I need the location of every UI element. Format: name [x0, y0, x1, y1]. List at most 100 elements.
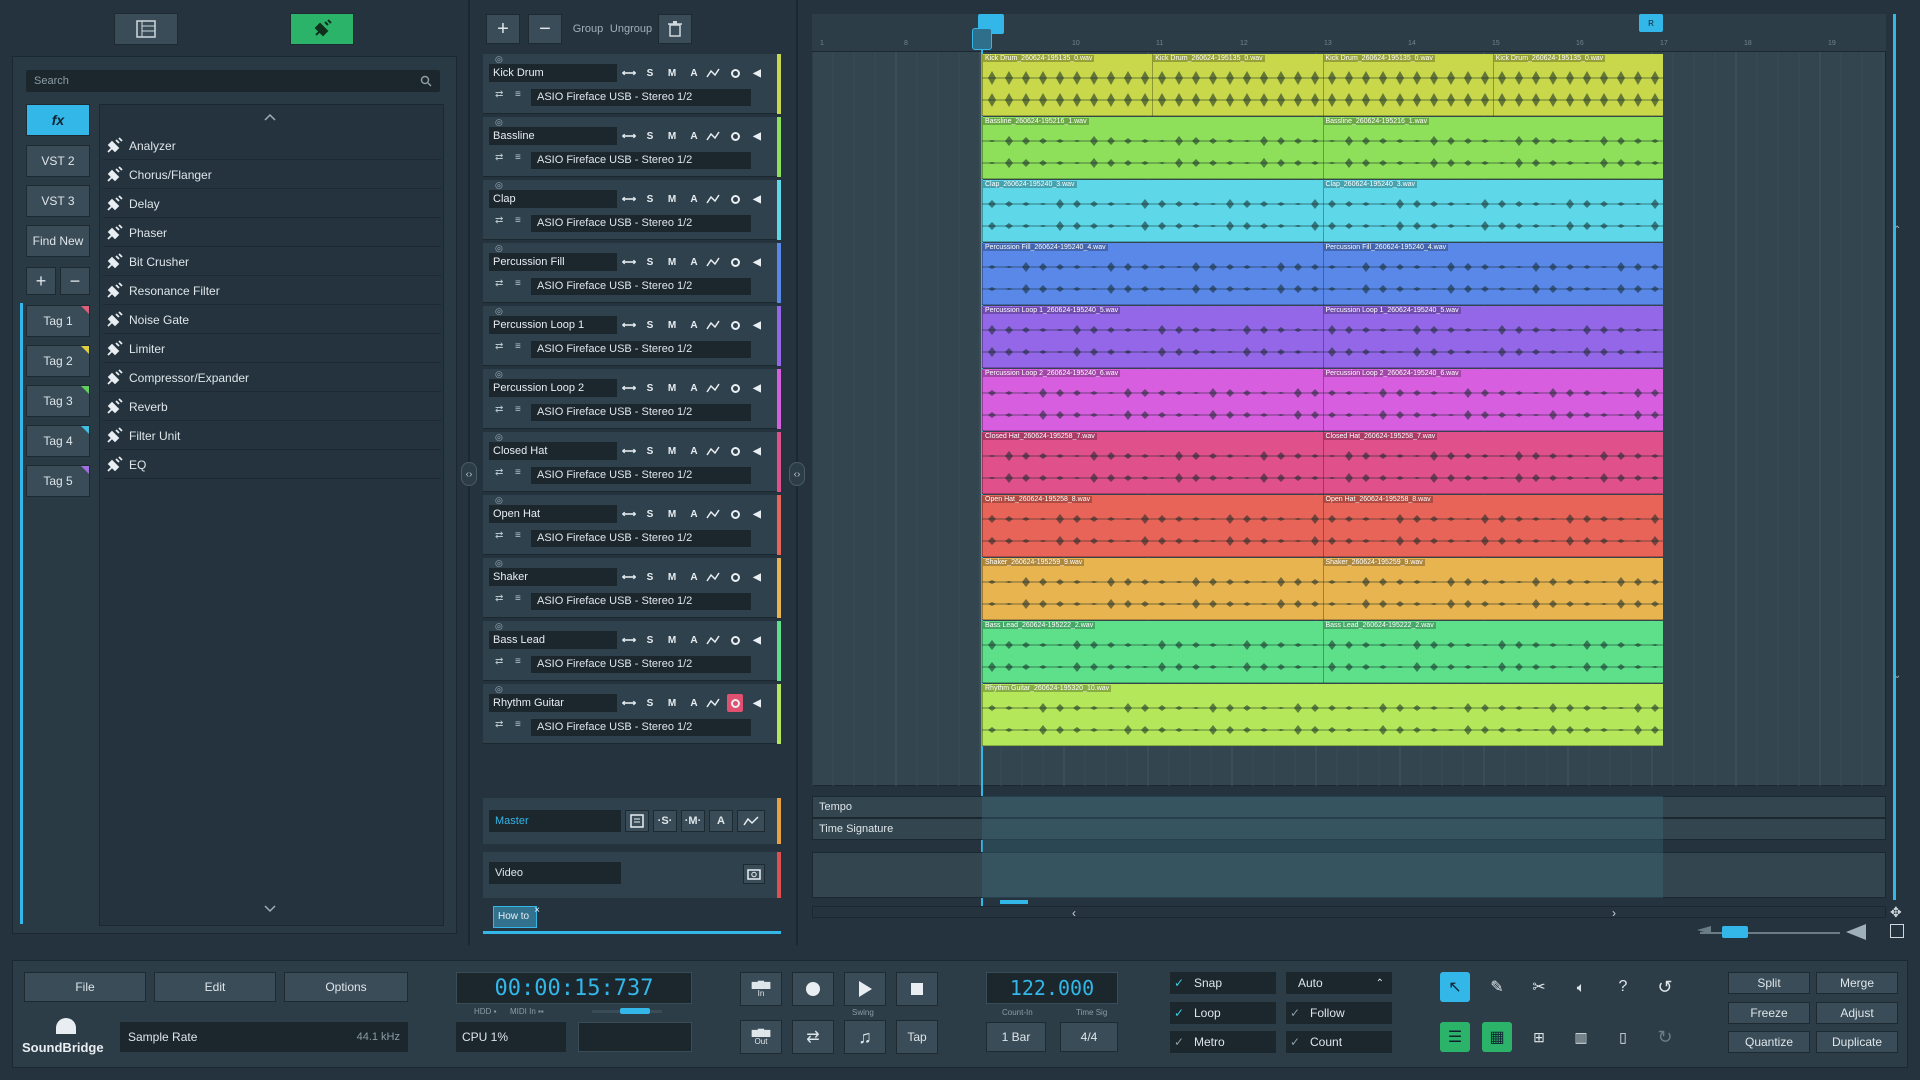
- track-header[interactable]: ◎ Bassline ⟷ S M A ◀ ⇄ ≡ ASIO Fireface USB - Ster…: [483, 117, 781, 177]
- speaker-icon[interactable]: ◀: [749, 631, 765, 649]
- time-display[interactable]: 00:00:15:737: [456, 972, 692, 1004]
- track-header[interactable]: ◎ Kick Drum ⟷ S M A ◀ ⇄ ≡ ASIO Fireface USB - Ste…: [483, 54, 781, 114]
- track-output[interactable]: ASIO Fireface USB - Stereo 1/2: [531, 341, 751, 358]
- route-icon[interactable]: ⇄: [495, 719, 503, 730]
- automation-button[interactable]: A: [686, 631, 702, 649]
- track-output[interactable]: ASIO Fireface USB - Stereo 1/2: [531, 152, 751, 169]
- route-icon[interactable]: ⇄: [495, 404, 503, 415]
- mute-button[interactable]: M: [664, 190, 680, 208]
- zoom-slider[interactable]: [1700, 932, 1840, 934]
- scroll-left-button[interactable]: ‹: [1072, 906, 1076, 920]
- effect-item[interactable]: Bit Crusher: [103, 248, 441, 276]
- editor-view-button[interactable]: ⊞: [1524, 1022, 1554, 1052]
- record-arm-button[interactable]: [727, 253, 743, 271]
- metro-toggle[interactable]: ✓ Metro: [1170, 1031, 1276, 1053]
- menu-icon[interactable]: ≡: [515, 467, 521, 478]
- group-button[interactable]: Group: [570, 14, 606, 44]
- redo-button[interactable]: ↻: [1650, 1022, 1680, 1052]
- scroll-down-button[interactable]: [260, 902, 280, 918]
- track-name[interactable]: Bassline: [489, 127, 617, 145]
- tempo-display[interactable]: 122.000: [986, 972, 1118, 1004]
- freeze-button[interactable]: Freeze: [1728, 1002, 1810, 1024]
- audio-clip-lane[interactable]: Percussion Fill_260624-195240_4.wav Percu…: [982, 243, 1663, 305]
- track-name[interactable]: Shaker: [489, 568, 617, 586]
- tap-tempo-button[interactable]: Tap: [896, 1020, 938, 1054]
- automation-button[interactable]: A: [686, 505, 702, 523]
- scroll-up-icon[interactable]: ⌃: [1893, 225, 1901, 236]
- speaker-icon[interactable]: ◀: [749, 127, 765, 145]
- stereo-icon[interactable]: ⟷: [621, 568, 637, 586]
- mute-button[interactable]: M: [664, 505, 680, 523]
- solo-button[interactable]: S: [642, 127, 658, 145]
- category-find-new[interactable]: Find New: [26, 225, 90, 257]
- snap-toggle[interactable]: ✓ Snap: [1170, 972, 1276, 994]
- video-preview-button[interactable]: [743, 864, 765, 884]
- solo-button[interactable]: S: [642, 505, 658, 523]
- audio-clip-lane[interactable]: Percussion Loop 1_260624-195240_5.wav Per…: [982, 306, 1663, 368]
- swing-button[interactable]: ⇄: [792, 1020, 834, 1054]
- curve-icon[interactable]: [705, 127, 721, 145]
- record-arm-button[interactable]: [727, 631, 743, 649]
- curve-icon[interactable]: [705, 631, 721, 649]
- collapse-arrange-handle[interactable]: ‹›: [789, 462, 805, 486]
- mute-button[interactable]: M: [664, 442, 680, 460]
- curve-icon[interactable]: [705, 505, 721, 523]
- curve-icon[interactable]: [705, 379, 721, 397]
- fit-view-icon[interactable]: ✥: [1890, 904, 1902, 921]
- track-output[interactable]: ASIO Fireface USB - Stereo 1/2: [531, 89, 751, 106]
- speaker-icon[interactable]: ◀: [749, 694, 765, 712]
- stereo-icon[interactable]: ⟷: [621, 631, 637, 649]
- stereo-icon[interactable]: ⟷: [621, 379, 637, 397]
- automation-button[interactable]: A: [686, 316, 702, 334]
- automation-button[interactable]: A: [686, 379, 702, 397]
- curve-icon[interactable]: [705, 253, 721, 271]
- curve-icon[interactable]: [705, 694, 721, 712]
- input-monitor-button[interactable]: ▆▇▆ In: [740, 972, 782, 1006]
- stereo-icon[interactable]: ⟷: [621, 253, 637, 271]
- record-button[interactable]: [792, 972, 834, 1006]
- stereo-icon[interactable]: ⟷: [621, 505, 637, 523]
- route-icon[interactable]: ⇄: [495, 215, 503, 226]
- zoom-slider-thumb[interactable]: [1722, 926, 1748, 938]
- track-name[interactable]: Percussion Loop 1: [489, 316, 617, 334]
- tag-4[interactable]: Tag 4: [26, 425, 90, 457]
- route-icon[interactable]: ⇄: [495, 656, 503, 667]
- delete-track-button[interactable]: [658, 14, 692, 44]
- stereo-icon[interactable]: ⟷: [621, 190, 637, 208]
- solo-button[interactable]: S: [642, 442, 658, 460]
- track-output[interactable]: ASIO Fireface USB - Stereo 1/2: [531, 404, 751, 421]
- route-icon[interactable]: ⇄: [495, 278, 503, 289]
- automation-button[interactable]: A: [686, 253, 702, 271]
- automation-button[interactable]: A: [686, 190, 702, 208]
- track-header[interactable]: ◎ Percussion Loop 2 ⟷ S M A ◀ ⇄ ≡ ASIO Fireface U…: [483, 369, 781, 429]
- zoom-in-icon[interactable]: [1846, 924, 1866, 940]
- speaker-icon[interactable]: ◀: [749, 568, 765, 586]
- pencil-tool[interactable]: ✎: [1482, 972, 1512, 1002]
- browser-plugins-button[interactable]: [290, 13, 354, 45]
- stereo-icon[interactable]: ⟷: [621, 442, 637, 460]
- tag-3[interactable]: Tag 3: [26, 385, 90, 417]
- master-curve-button[interactable]: [737, 810, 765, 832]
- add-tag-button[interactable]: +: [26, 267, 56, 295]
- category-fx[interactable]: fx: [26, 104, 90, 136]
- follow-toggle[interactable]: ✓ Follow: [1286, 1002, 1392, 1024]
- effect-item[interactable]: Compressor/Expander: [103, 364, 441, 392]
- curve-icon[interactable]: [705, 442, 721, 460]
- solo-button[interactable]: S: [642, 253, 658, 271]
- solo-button[interactable]: S: [642, 316, 658, 334]
- route-icon[interactable]: ⇄: [495, 530, 503, 541]
- effect-item[interactable]: Noise Gate: [103, 306, 441, 334]
- master-name[interactable]: Master: [489, 810, 621, 832]
- speaker-icon[interactable]: ◀: [749, 379, 765, 397]
- track-header[interactable]: ◎ Bass Lead ⟷ S M A ◀ ⇄ ≡ ASIO Fireface USB - Ste…: [483, 621, 781, 681]
- merge-button[interactable]: Merge: [1816, 972, 1898, 994]
- track-output[interactable]: ASIO Fireface USB - Stereo 1/2: [531, 278, 751, 295]
- audio-clip-lane[interactable]: Percussion Loop 2_260624-195240_6.wav Per…: [982, 369, 1663, 431]
- curve-icon[interactable]: [705, 64, 721, 82]
- curve-icon[interactable]: [705, 316, 721, 334]
- effect-item[interactable]: Analyzer: [103, 132, 441, 160]
- loop-end-marker[interactable]: R: [1639, 14, 1663, 32]
- mute-button[interactable]: M: [664, 694, 680, 712]
- effect-item[interactable]: Resonance Filter: [103, 277, 441, 305]
- effect-item[interactable]: Delay: [103, 190, 441, 218]
